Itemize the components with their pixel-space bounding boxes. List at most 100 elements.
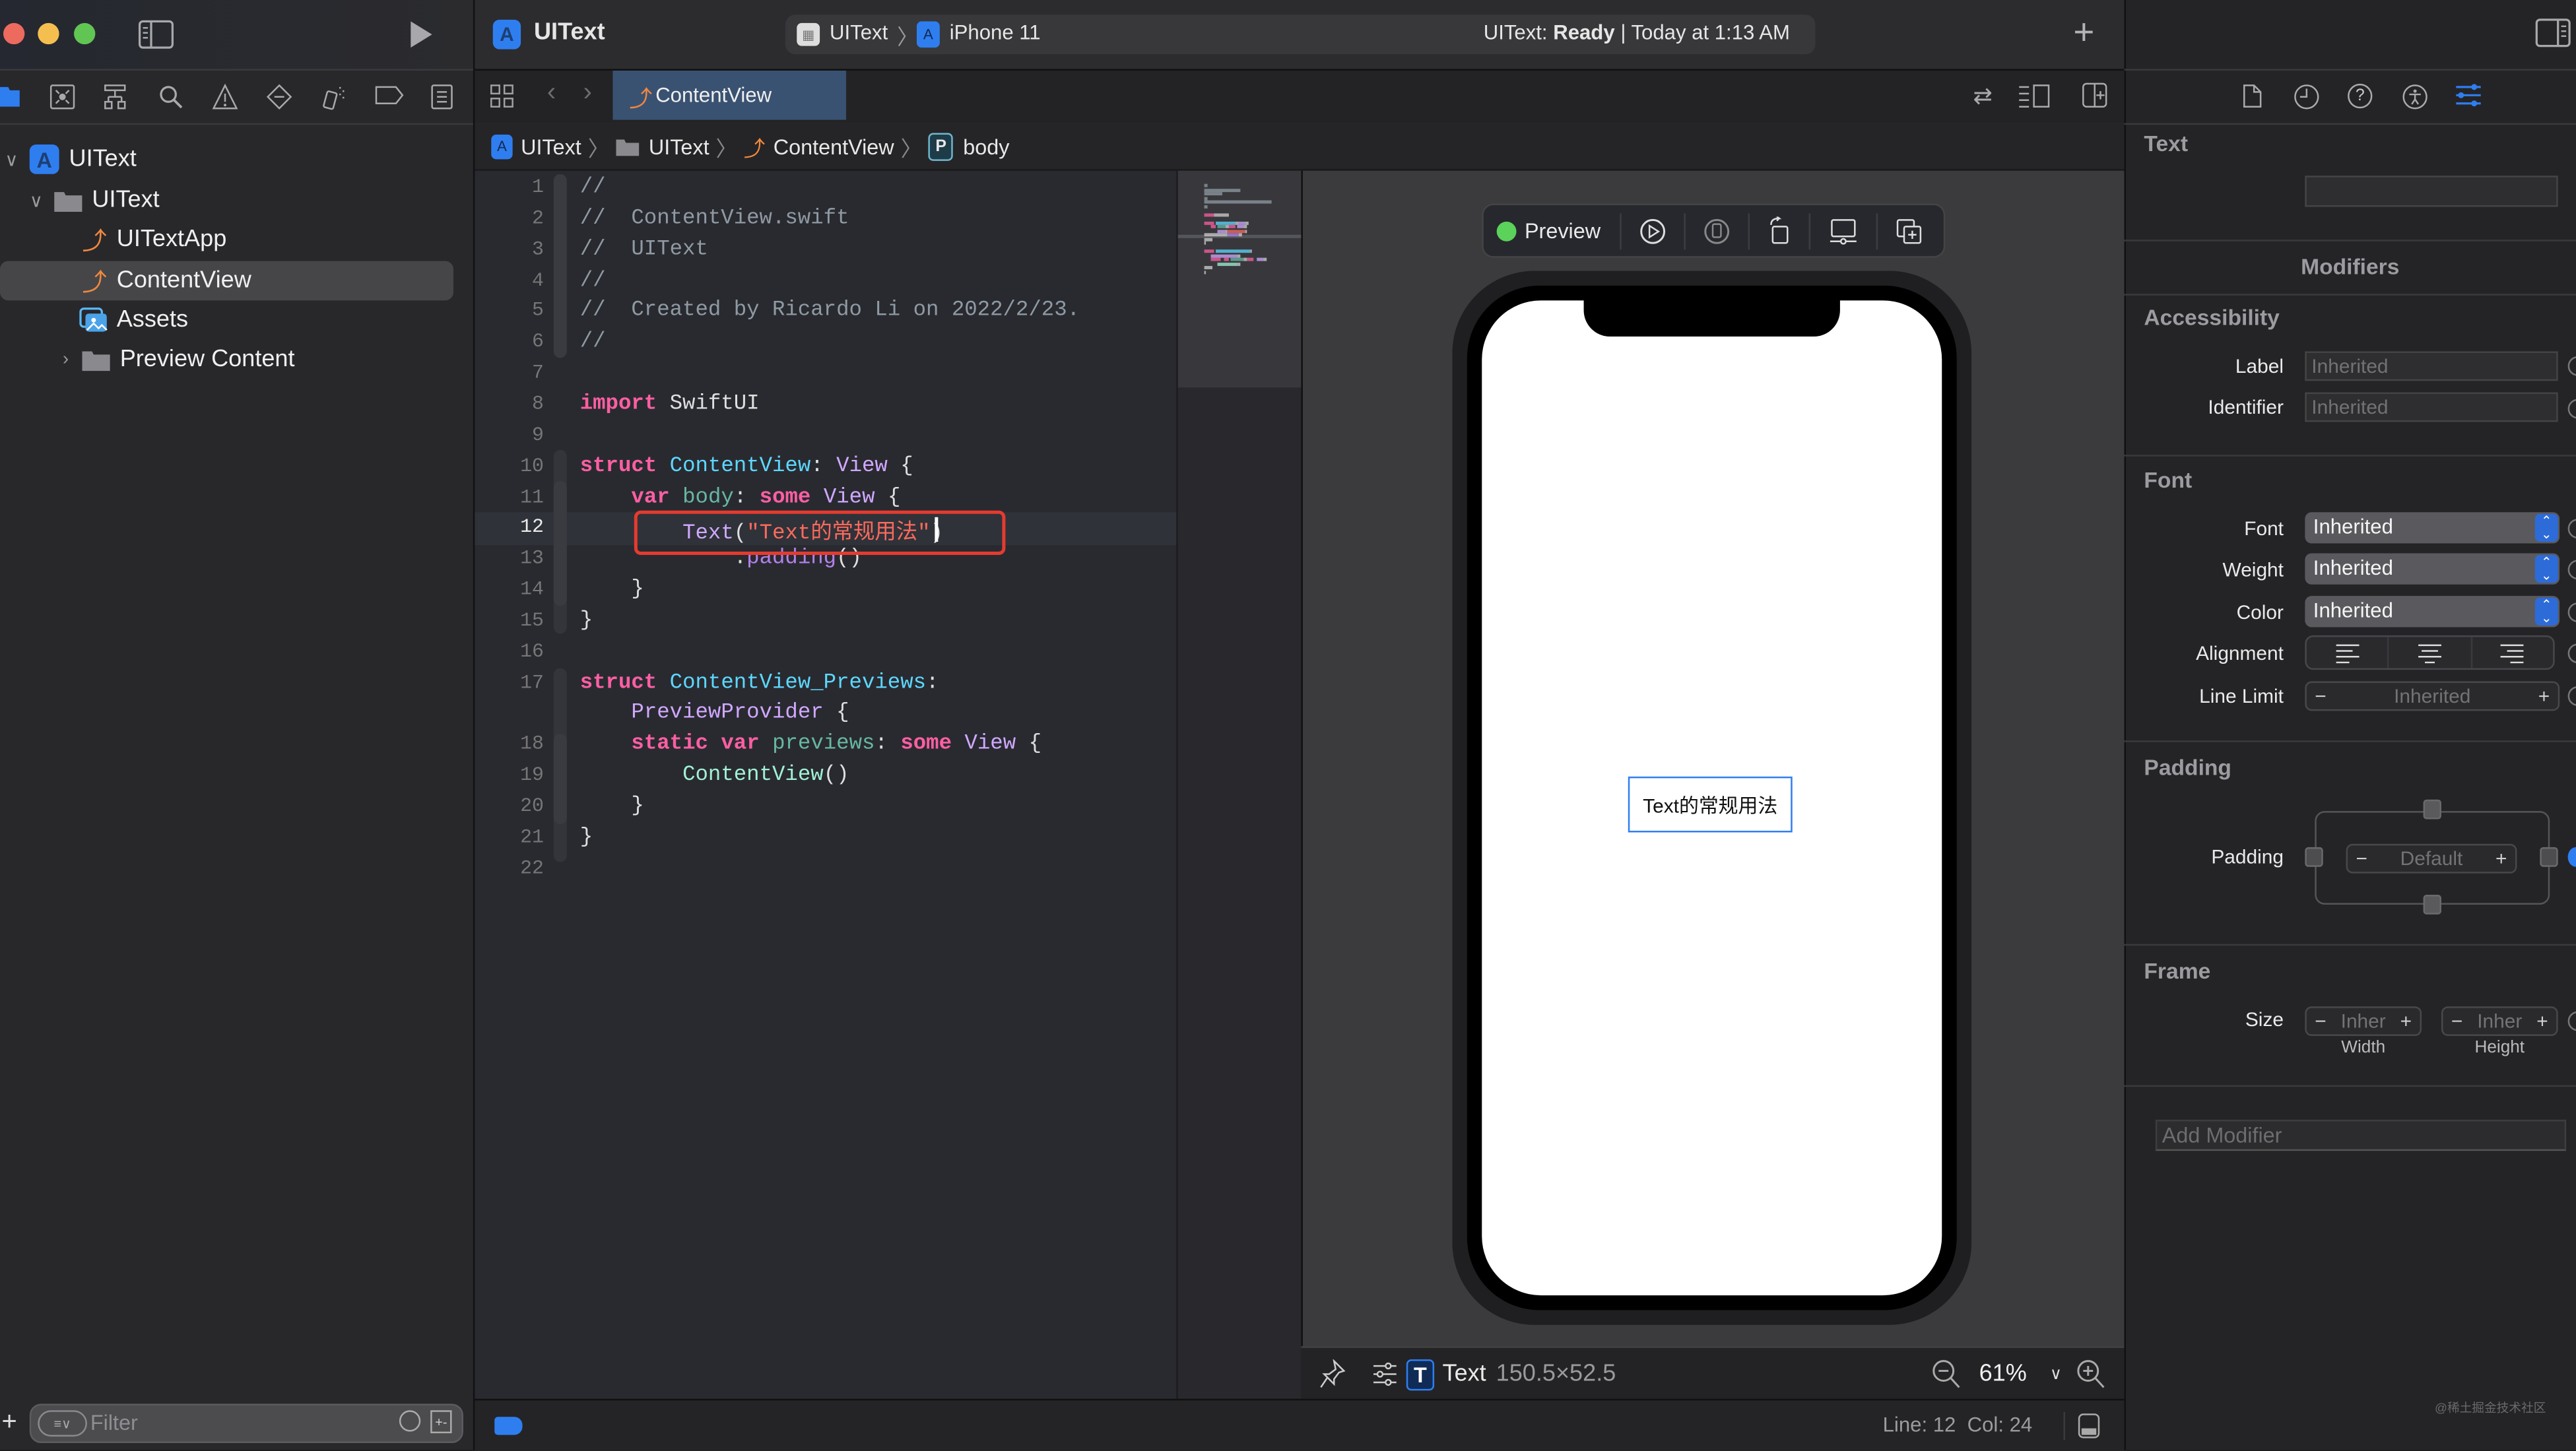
inspector-toggle-icon[interactable] xyxy=(2535,18,2571,48)
tab-contentview[interactable]: ⤴ ContentView xyxy=(612,70,846,120)
tree-item-project[interactable]: ∨ A UIText xyxy=(0,139,473,179)
duplicate-preview-button[interactable] xyxy=(1896,218,1923,244)
add-file-button[interactable]: + xyxy=(1,1409,17,1438)
issue-navigator-tab-icon[interactable] xyxy=(212,83,242,110)
color-popup[interactable]: Inherited ⌃ ⌄ xyxy=(2305,596,2560,628)
tree-item-file-selected[interactable]: ⤴ ContentView xyxy=(0,261,454,301)
accessibility-label-field[interactable]: Inherited xyxy=(2305,351,2558,381)
close-window-button[interactable] xyxy=(3,22,25,45)
line-number[interactable]: 10 xyxy=(475,454,544,477)
zoom-level[interactable]: 61% xyxy=(1979,1361,2027,1388)
accessibility-identifier-field[interactable]: Inherited xyxy=(2305,392,2558,422)
line-number[interactable]: 21 xyxy=(475,825,544,849)
line-number[interactable]: 13 xyxy=(475,547,544,570)
text-content-field[interactable] xyxy=(2305,176,2558,207)
source-control-filter-icon[interactable]: +- xyxy=(430,1410,452,1434)
fold-ribbon[interactable] xyxy=(553,734,567,825)
padding-top-toggle[interactable] xyxy=(2423,799,2441,820)
editor-options-icon[interactable] xyxy=(2018,84,2051,108)
live-preview-button[interactable] xyxy=(1640,218,1667,244)
tree-item-assets[interactable]: Assets xyxy=(0,300,473,340)
line-number[interactable]: 2 xyxy=(475,207,544,230)
line-number[interactable]: 22 xyxy=(475,856,544,880)
symbol-navigator-tab-icon[interactable] xyxy=(102,84,131,110)
report-navigator-tab-icon[interactable] xyxy=(430,84,460,110)
decrement-button[interactable]: − xyxy=(2451,1010,2462,1033)
breadcrumb-item[interactable]: body xyxy=(963,134,1009,158)
chevron-down-icon[interactable]: ∨ xyxy=(24,189,48,211)
align-right-button[interactable] xyxy=(2472,637,2553,668)
debug-navigator-tab-icon[interactable] xyxy=(320,84,350,110)
accessibility-inspector-tab-icon[interactable] xyxy=(2402,84,2428,110)
line-number[interactable]: 4 xyxy=(475,269,544,292)
decrement-button[interactable]: − xyxy=(2315,1010,2326,1033)
related-items-icon[interactable] xyxy=(490,84,514,108)
line-number[interactable]: 8 xyxy=(475,393,544,416)
line-number[interactable]: 3 xyxy=(475,238,544,261)
increment-button[interactable]: + xyxy=(2495,847,2507,870)
fold-ribbon[interactable] xyxy=(553,174,567,358)
source-editor[interactable]: 1 // 2 // ContentView.swift 3 // UIText 4 // 5 //… xyxy=(475,170,1177,1399)
zoom-out-icon[interactable] xyxy=(1931,1359,1960,1389)
zoom-in-icon[interactable] xyxy=(2076,1359,2105,1389)
modifiers-toggle-icon[interactable] xyxy=(1373,1361,1397,1388)
zoom-dropdown-chevron-icon[interactable]: ∨ xyxy=(2050,1365,2062,1383)
project-navigator-tab-icon[interactable] xyxy=(0,84,30,110)
breadcrumb-item[interactable]: UIText xyxy=(521,134,581,158)
destination-selector[interactable]: iPhone 11 xyxy=(950,21,1041,44)
line-number[interactable]: 6 xyxy=(475,331,544,354)
tree-item-group[interactable]: › Preview Content xyxy=(0,340,473,379)
frame-height-stepper[interactable]: − Inher + xyxy=(2441,1006,2558,1036)
history-inspector-tab-icon[interactable] xyxy=(2294,84,2320,110)
line-number[interactable]: 1 xyxy=(475,176,544,199)
back-button[interactable]: ‹ xyxy=(547,79,556,108)
line-number[interactable]: 16 xyxy=(475,640,544,663)
recent-files-icon[interactable] xyxy=(399,1410,421,1432)
line-number[interactable]: 5 xyxy=(475,300,544,323)
breakpoint-navigator-tab-icon[interactable] xyxy=(375,84,405,110)
minimize-window-button[interactable] xyxy=(38,22,59,45)
preview-on-device-button[interactable] xyxy=(1704,218,1731,244)
decrement-button[interactable]: − xyxy=(2356,847,2367,870)
breadcrumb-item[interactable]: ContentView xyxy=(774,134,894,158)
source-control-navigator-tab-icon[interactable] xyxy=(50,84,79,110)
frame-width-stepper[interactable]: − Inher + xyxy=(2305,1006,2422,1036)
chevron-down-icon[interactable]: ∨ xyxy=(0,148,23,170)
padding-stepper[interactable]: − Default + xyxy=(2346,843,2517,874)
padding-leading-toggle[interactable] xyxy=(2305,847,2323,867)
line-number[interactable]: 11 xyxy=(475,485,544,508)
rotate-device-button[interactable] xyxy=(1768,216,1791,244)
increment-button[interactable]: + xyxy=(2400,1010,2412,1033)
attributes-inspector-tab-icon[interactable] xyxy=(2455,82,2482,108)
pin-preview-icon[interactable] xyxy=(1319,1359,1346,1389)
zoom-window-button[interactable] xyxy=(74,22,96,45)
line-number[interactable]: 17 xyxy=(475,671,544,694)
find-navigator-tab-icon[interactable] xyxy=(158,84,187,110)
filter-options-icon[interactable]: ≡∨ xyxy=(38,1410,87,1437)
navigator-filter-field[interactable]: ≡∨ Filter +- xyxy=(29,1403,463,1444)
library-add-button[interactable]: + xyxy=(2073,11,2094,54)
preview-text-element[interactable]: Text的常规用法 xyxy=(1628,776,1793,833)
line-number[interactable]: 18 xyxy=(475,732,544,756)
font-popup[interactable]: Inherited ⌃ ⌄ xyxy=(2305,512,2560,544)
increment-button[interactable]: + xyxy=(2538,685,2550,708)
increment-button[interactable]: + xyxy=(2536,1010,2548,1033)
add-editor-icon[interactable] xyxy=(2082,82,2108,108)
line-number[interactable]: 14 xyxy=(475,578,544,601)
minimap[interactable] xyxy=(1176,170,1302,1399)
decrement-button[interactable]: − xyxy=(2315,685,2326,708)
padding-trailing-toggle[interactable] xyxy=(2540,847,2558,867)
quick-help-tab-icon[interactable]: ? xyxy=(2348,83,2373,109)
forward-button[interactable]: › xyxy=(583,79,592,108)
breadcrumb-item[interactable]: UIText xyxy=(649,134,710,158)
fold-ribbon[interactable] xyxy=(553,481,567,606)
add-modifier-field[interactable]: Add Modifier xyxy=(2155,1119,2567,1151)
tree-item-group[interactable]: ∨ UIText xyxy=(0,181,473,220)
align-center-button[interactable] xyxy=(2387,637,2472,668)
align-left-button[interactable] xyxy=(2307,637,2388,668)
code-review-icon[interactable]: ⇄ xyxy=(1973,82,1993,110)
device-settings-button[interactable] xyxy=(1829,218,1859,244)
line-limit-stepper[interactable]: − Inherited + xyxy=(2305,681,2560,711)
line-number[interactable]: 9 xyxy=(475,423,544,446)
line-number[interactable]: 20 xyxy=(475,794,544,818)
